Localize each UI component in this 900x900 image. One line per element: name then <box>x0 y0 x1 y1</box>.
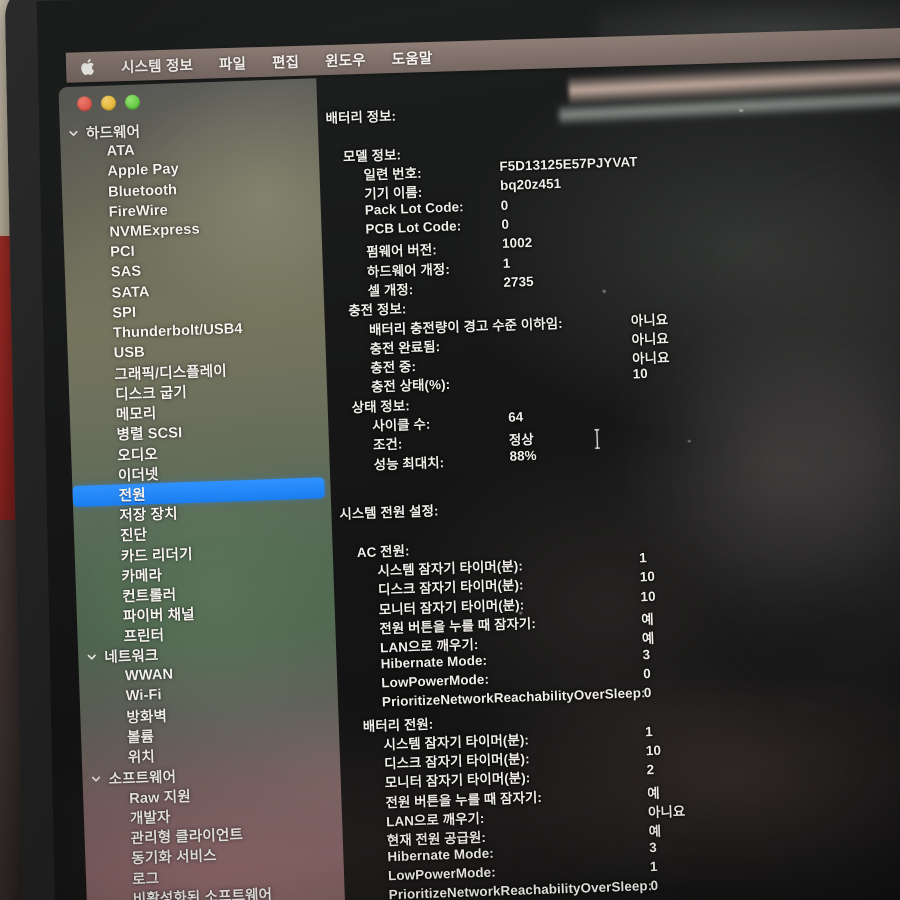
detail-value: bq20z451 <box>499 176 562 194</box>
window-controls[interactable] <box>76 94 141 112</box>
sidebar-group-label: 네트워크 <box>104 648 159 667</box>
detail-value: 0 <box>500 197 509 213</box>
sidebar-item-label: Raw 지원 <box>128 788 192 808</box>
sidebar-item-label: 개발자 <box>129 809 171 828</box>
sidebar-item-label: 메모리 <box>115 406 157 424</box>
detail-key: 배터리 정보: <box>325 108 397 127</box>
detail-value: 1 <box>644 723 654 740</box>
sidebar-item-label: Thunderbolt/USB4 <box>112 321 243 342</box>
menu-item-window[interactable]: 윈도우 <box>325 48 366 70</box>
system-information-window: 하드웨어 ATA Apple Pay Bluetooth FireWire NVMExpr… <box>58 56 900 900</box>
sidebar-item-label: WWAN <box>124 666 174 685</box>
sidebar-item-label: SATA <box>111 283 150 302</box>
menu-item-edit[interactable]: 편집 <box>272 50 300 72</box>
detail-value: 10 <box>645 742 662 759</box>
detail-key: 조건: <box>372 436 403 453</box>
detail-key: 셀 개정: <box>367 282 414 299</box>
detail-value: 아니요 <box>631 331 670 348</box>
detail-value: 예 <box>647 785 661 801</box>
sidebar-item-label: 동기화 서비스 <box>131 848 217 868</box>
detail-value: 2 <box>646 762 655 778</box>
detail-key: 시스템 전원 설정: <box>339 503 439 522</box>
sidebar-item-label: 오디오 <box>117 446 159 465</box>
sidebar-item-label: SPI <box>112 304 137 322</box>
detail-key: PCB Lot Code: <box>365 218 462 237</box>
detail-value: 1002 <box>501 235 533 252</box>
detail-value: 88% <box>509 447 537 464</box>
detail-value: 3 <box>649 839 658 855</box>
sidebar-item-label: 이더넷 <box>117 466 159 485</box>
detail-value: 1 <box>638 550 647 566</box>
detail-value: 0 <box>643 685 652 701</box>
sidebar-item-label: 병렬 SCSI <box>116 425 183 444</box>
detail-value: 0 <box>501 216 510 233</box>
detail-value: 10 <box>640 588 656 605</box>
detail-value: 예 <box>648 824 662 840</box>
detail-key: 성능 최대치: <box>373 454 445 473</box>
menu-item-help[interactable]: 도움말 <box>391 46 433 68</box>
apple-logo-icon[interactable] <box>80 58 96 76</box>
sidebar-item-label: 파이버 채널 <box>122 606 195 626</box>
photograph-of-laptop-screen: 시스템 정보 파일 편집 윈도우 도움말 하드웨어 ATA Apple Pay Blu… <box>0 0 900 900</box>
detail-value: 아니요 <box>647 803 686 821</box>
sidebar-item-label: FireWire <box>108 202 169 221</box>
detail-value: F5D13125E57PJYVAT <box>499 154 638 175</box>
chevron-down-icon[interactable] <box>90 773 101 784</box>
detail-value: 64 <box>507 409 524 425</box>
detail-value: 예 <box>641 611 654 628</box>
sidebar: 하드웨어 ATA Apple Pay Bluetooth FireWire NVMExpr… <box>58 78 346 900</box>
sidebar-item-label: Bluetooth <box>107 181 178 201</box>
detail-value: 1 <box>502 255 511 271</box>
detail-key: Hibernate Mode: <box>387 845 495 864</box>
sidebar-item-label: 전원 <box>118 487 147 505</box>
sidebar-item-label: 진단 <box>119 527 148 545</box>
sidebar-group-label: 하드웨어 <box>85 124 141 142</box>
detail-value: 예 <box>641 631 655 647</box>
detail-value: 0 <box>650 878 659 894</box>
sidebar-item-label: 저장 장치 <box>119 506 178 525</box>
chevron-down-icon[interactable] <box>86 652 97 663</box>
sidebar-item-label: 프린터 <box>123 628 165 646</box>
minimize-button[interactable] <box>100 95 117 111</box>
sidebar-nav-list[interactable]: 하드웨어 ATA Apple Pay Bluetooth FireWire NVMExpr… <box>60 114 346 900</box>
sidebar-item-label: SAS <box>110 263 142 281</box>
menu-item-system-information[interactable]: 시스템 정보 <box>121 54 194 77</box>
sidebar-item-label: PCI <box>109 243 136 261</box>
sidebar-item-label: 위치 <box>127 749 156 767</box>
sidebar-item-label: 방화벽 <box>126 708 168 727</box>
sidebar-item-label: USB <box>113 344 146 362</box>
detail-key: Pack Lot Code: <box>364 199 464 218</box>
detail-value: 10 <box>639 569 656 585</box>
close-button[interactable] <box>76 96 93 112</box>
laptop-screen: 시스템 정보 파일 편집 윈도우 도움말 하드웨어 ATA Apple Pay Blu… <box>36 0 900 900</box>
detail-key: LowPowerMode: <box>381 671 490 691</box>
detail-value: 아니요 <box>630 311 669 329</box>
menu-item-file[interactable]: 파일 <box>219 52 247 74</box>
detail-value: 아니요 <box>631 350 670 367</box>
detail-pane: 배터리 정보: 모델 정보: 일련 번호: F5D13125E57PJYVAT 기기 이… <box>316 56 900 900</box>
sidebar-item-label: Wi-Fi <box>125 687 162 705</box>
text-ibeam-cursor <box>591 428 603 450</box>
sidebar-item-label: 카드 리더기 <box>120 546 193 565</box>
detail-value: 1 <box>649 858 658 875</box>
detail-key: 충전 중: <box>370 359 417 376</box>
sidebar-item-label: 볼륨 <box>126 729 155 747</box>
sidebar-item-label: ATA <box>106 142 136 160</box>
sidebar-item-label: 디스크 굽기 <box>114 385 188 404</box>
detail-value: 정상 <box>508 432 535 449</box>
detail-value: 2735 <box>503 273 534 290</box>
chevron-down-icon[interactable] <box>68 127 79 138</box>
detail-value: 10 <box>632 366 649 382</box>
detail-key: Hibernate Mode: <box>380 652 488 672</box>
detail-value: 0 <box>642 665 652 682</box>
sidebar-item-label: Apple Pay <box>107 161 180 181</box>
zoom-button[interactable] <box>124 94 141 110</box>
sidebar-item-label: NVMExpress <box>109 221 200 241</box>
detail-value: 3 <box>642 646 651 662</box>
sidebar-item-label: 카메라 <box>121 567 163 586</box>
sidebar-item-label: 로그 <box>131 870 160 888</box>
detail-key: LowPowerMode: <box>387 864 496 884</box>
